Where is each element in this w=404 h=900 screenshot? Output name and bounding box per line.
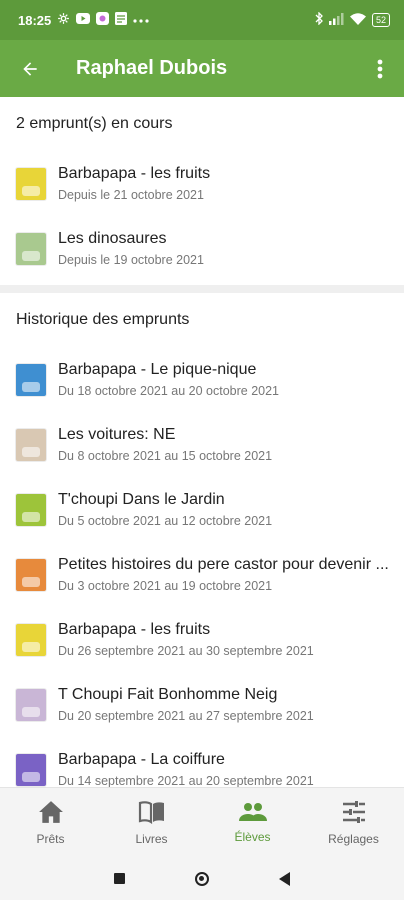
loan-dates: Depuis le 19 octobre 2021 [58, 253, 204, 267]
bottom-navigation: Prêts Livres Élèves Réglages [0, 787, 404, 858]
nav-item-people[interactable]: Élèves [202, 788, 303, 858]
book-title: Les voitures: NE [58, 426, 176, 443]
system-navigation-bar [0, 857, 404, 900]
book-cover-image [16, 623, 46, 656]
item-texts: Barbapapa - Le pique-nique Du 18 octobre … [58, 361, 404, 398]
item-texts: Petites histoires du pere castor pour de… [58, 556, 404, 593]
book-cover-image [16, 167, 46, 200]
current-loans-header: 2 emprunt(s) en cours [16, 115, 173, 132]
back-button[interactable] [2, 40, 58, 97]
history-list: Barbapapa - Le pique-nique Du 18 octobre … [0, 347, 404, 787]
more-dots-icon [133, 15, 149, 26]
youtube-icon [76, 13, 91, 27]
history-header: Historique des emprunts [16, 311, 190, 328]
nav-label: Élèves [234, 830, 271, 844]
nav-label: Livres [135, 832, 168, 846]
loan-dates: Du 3 octobre 2021 au 19 octobre 2021 [58, 579, 273, 593]
nav-item-home[interactable]: Prêts [0, 788, 101, 858]
list-item[interactable]: T'choupi Dans le Jardin Du 5 octobre 2021… [0, 477, 404, 542]
nav-item-sliders[interactable]: Réglages [303, 788, 404, 858]
status-time: 18:25 [18, 12, 52, 28]
book-title: Les dinosaures [58, 230, 167, 247]
book-title: T Choupi Fait Bonhomme Neig [58, 686, 278, 703]
overflow-menu-button[interactable] [356, 40, 404, 97]
home-button[interactable] [195, 871, 209, 886]
section-divider [0, 285, 404, 293]
book-cover-image [16, 232, 46, 265]
list-item[interactable]: Les dinosaures Depuis le 19 octobre 2021 [0, 216, 404, 281]
list-item[interactable]: Barbapapa - Le pique-nique Du 18 octobre … [0, 347, 404, 412]
item-texts: Barbapapa - les fruits Depuis le 21 octob… [58, 165, 404, 202]
loan-dates: Du 18 octobre 2021 au 20 octobre 2021 [58, 384, 280, 398]
sliders-icon [341, 800, 367, 827]
book-cover-image [16, 493, 46, 526]
notes-icon [115, 12, 128, 28]
book-icon [138, 800, 166, 827]
item-texts: T Choupi Fait Bonhomme Neig Du 20 septemb… [58, 686, 404, 723]
item-texts: Les dinosaures Depuis le 19 octobre 2021 [58, 230, 404, 267]
book-title: Barbapapa - La coiffure [58, 751, 225, 768]
list-item[interactable]: Les voitures: NE Du 8 octobre 2021 au 15 … [0, 412, 404, 477]
book-title: Barbapapa - les fruits [58, 165, 211, 182]
app-bar: Raphael Dubois [0, 40, 404, 97]
book-cover-image [16, 428, 46, 461]
book-title: Petites histoires du pere castor pour de… [58, 556, 389, 573]
more-vert-icon [377, 59, 383, 78]
loan-dates: Depuis le 21 octobre 2021 [58, 188, 204, 202]
recents-button[interactable] [114, 873, 125, 884]
nav-item-book[interactable]: Livres [101, 788, 202, 858]
wifi-icon [349, 12, 366, 28]
loan-dates: Du 26 septembre 2021 au 30 septembre 202… [58, 644, 314, 658]
list-item[interactable]: Barbapapa - La coiffure Du 14 septembre 2… [0, 737, 404, 787]
people-icon [238, 802, 267, 825]
item-texts: Barbapapa - La coiffure Du 14 septembre 2… [58, 751, 404, 787]
book-title: T'choupi Dans le Jardin [58, 491, 225, 508]
content: 2 emprunt(s) en cours Barbapapa - les fr… [0, 97, 404, 787]
loan-dates: Du 14 septembre 2021 au 20 septembre 202… [58, 774, 314, 787]
book-cover-image [16, 558, 46, 591]
list-item[interactable]: Barbapapa - les fruits Du 26 septembre 20… [0, 607, 404, 672]
nav-label: Réglages [328, 832, 379, 846]
page-title: Raphael Dubois [76, 57, 228, 79]
item-texts: Les voitures: NE Du 8 octobre 2021 au 15 … [58, 426, 404, 463]
status-bar: 18:25 52 [0, 0, 404, 40]
book-cover-image [16, 688, 46, 721]
book-title: Barbapapa - Le pique-nique [58, 361, 257, 378]
app-icon [96, 12, 110, 28]
list-item[interactable]: T Choupi Fait Bonhomme Neig Du 20 septemb… [0, 672, 404, 737]
loan-dates: Du 8 octobre 2021 au 15 octobre 2021 [58, 449, 273, 463]
loan-dates: Du 20 septembre 2021 au 27 septembre 202… [58, 709, 314, 723]
settings-icon [57, 12, 70, 28]
status-right: 52 [315, 11, 390, 28]
bluetooth-icon [315, 11, 323, 28]
status-left: 18:25 [18, 12, 149, 28]
loan-dates: Du 5 octobre 2021 au 12 octobre 2021 [58, 514, 273, 528]
battery-icon: 52 [371, 13, 390, 27]
signal-icon [328, 12, 344, 28]
list-item[interactable]: Barbapapa - les fruits Depuis le 21 octob… [0, 151, 404, 216]
item-texts: Barbapapa - les fruits Du 26 septembre 20… [58, 621, 404, 658]
system-back-button[interactable] [279, 871, 290, 886]
current-loans-list: Barbapapa - les fruits Depuis le 21 octob… [0, 151, 404, 281]
home-icon [38, 800, 64, 827]
book-cover-image [16, 753, 46, 786]
item-texts: T'choupi Dans le Jardin Du 5 octobre 2021… [58, 491, 404, 528]
book-cover-image [16, 363, 46, 396]
book-title: Barbapapa - les fruits [58, 621, 211, 638]
arrow-back-icon [23, 61, 37, 76]
nav-label: Prêts [36, 832, 65, 846]
list-item[interactable]: Petites histoires du pere castor pour de… [0, 542, 404, 607]
